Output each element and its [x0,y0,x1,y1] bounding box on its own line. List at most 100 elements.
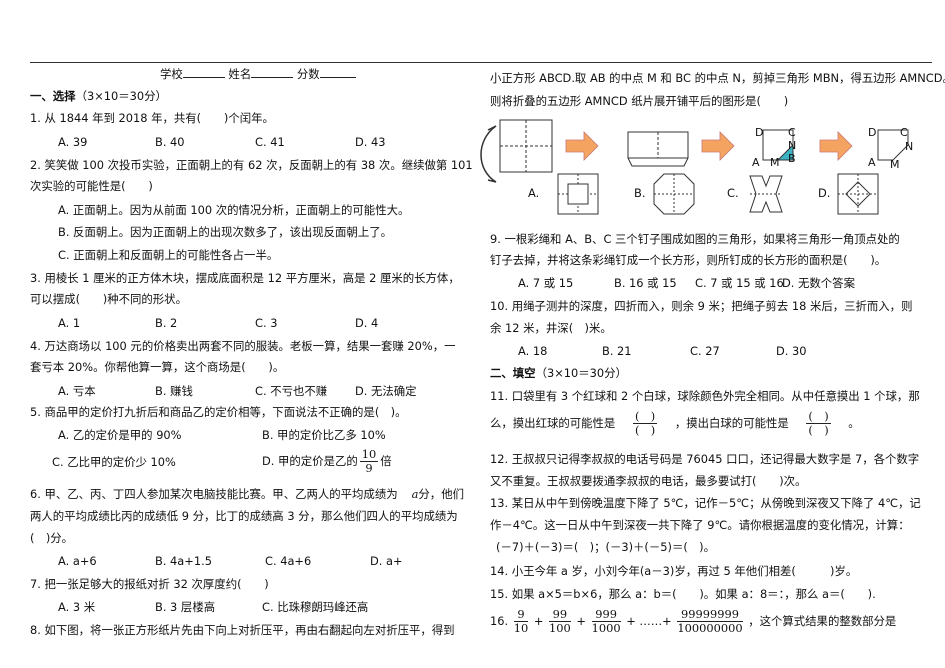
q12-stem-line2: 又不重复。王叔叔要拨通李叔叔的电话，最多要试打( )次。 [490,474,807,488]
exam-header: 学校 姓名 分数 [160,66,356,82]
q16-frac-2: 99 100 [549,607,571,635]
q9-option-a[interactable]: A. 7 或 15 [518,275,573,291]
q7-option-c[interactable]: C. 比珠穆朗玛峰还高 [262,599,368,615]
q8-option-d[interactable]: D. [818,185,830,201]
q8-stem-line3: 则将折叠的五边形 AMNCD 纸片展开铺平后的图形是( ) [490,94,789,108]
q13-stem-line2: 作－4℃。这一日从中午到深夜一共下降了 9℃。请你根据温度的变化情况，计算： [490,518,910,532]
q6-stem1: 6. 甲、乙、丙、丁四人参加某次电脑技能比赛。甲、乙两人的平均成绩为 [30,487,398,501]
q9-option-c[interactable]: C. 7 或 15 或 16 [695,275,784,291]
q2-option-c[interactable]: C. 正面朝上和反面朝上的可能性各占一半。 [58,247,278,263]
q2-option-a[interactable]: A. 正面朝上。因为从前面 100 次的情况分析，正面朝上的可能性大。 [58,202,409,218]
q9-stem-line2: 钉子去掉，并将这条彩绳钉成一个长方形，则所钉成的长方形的面积是( )。 [490,253,887,267]
fig-label-a1: A [752,156,760,169]
q8-option-c[interactable]: C. [727,185,739,201]
q5-option-d[interactable]: D. 甲的定价是乙的 10 9 倍 [262,446,392,476]
q10-option-c[interactable]: C. 27 [690,343,720,359]
q16-frac-4: 99999999 100000000 [677,607,743,635]
q8-option-b[interactable]: B. [634,185,645,201]
q7-stem: 7. 把一张足够大的报纸对折 32 次厚度约( ) [30,577,269,591]
q9-option-d[interactable]: D. 无数个答案 [782,275,855,291]
section1-heading: 一、选择（3×10＝30分） [30,88,167,104]
q10-option-d[interactable]: D. 30 [776,343,807,359]
q5-frac-den: 9 [365,461,373,475]
q11-red-answer-blank[interactable]: ( )( ) [632,410,658,437]
q5-option-b[interactable]: B. 甲的定价比乙多 10% [262,427,386,443]
q7-option-a[interactable]: A. 3 米 [58,599,95,615]
q7-option-b[interactable]: B. 3 层楼高 [155,599,215,615]
q16-ellipsis: + ……+ [626,614,672,628]
q15-stem: 15. 如果 a×5＝b×6，那么 a：b＝( )。如果 a：8＝：，那么 a＝… [490,587,876,601]
section2-title: 二、填空 [490,366,536,380]
q4-stem-line1: 4. 万达商场以 100 元的价格卖出两套不同的服装。老板一算，结果一套赚 20… [30,339,456,353]
section1-title: 一、选择 [30,89,76,103]
q11-white-answer-blank[interactable]: ( )( ) [806,410,831,437]
q16-frac-1: 9 10 [513,607,529,635]
name-blank[interactable] [251,77,294,78]
q1-option-a[interactable]: A. 39 [58,134,87,150]
q11-red-prompt: 么，摸出红球的可能性是 [490,416,616,430]
q6-stem-line2: 两人的平均成绩比丙的成绩低 9 分，比丁的成绩高 3 分，那么他们四人的平均成绩… [30,509,458,523]
q3-stem-line1: 3. 用棱长 1 厘米的正方体木块，摆成底面积是 12 平方厘米，高是 2 厘米… [30,271,460,285]
q16-question: ，这个算式结果的整数部分是 [748,614,897,628]
q5-option-d-text: D. 甲的定价是乙的 [262,454,358,468]
q1-option-c[interactable]: C. 41 [255,134,285,150]
q11-stem-line2: 么，摸出红球的可能性是 ( )( ) ，摸出白球的可能性是 ( )( ) 。 [490,410,860,437]
q10-stem-line2: 余 12 米，井深( )米。 [490,321,612,335]
q9-option-b[interactable]: B. 16 或 15 [614,275,677,291]
score-label: 分数 [296,67,320,81]
fig-label-m1: M [770,156,780,169]
q13-stem-line1: 13. 某日从中午到傍晚温度下降了 5℃，记作－5℃；从傍晚到深夜又下降了 4℃… [490,496,921,510]
q9-stem-line1: 9. 一根彩绳和 A、B、C 三个钉子围成如图的三角形，如果将三角形一角顶点处的 [490,232,900,246]
fig-label-d1: D [755,126,764,139]
q5-option-a[interactable]: A. 乙的定价是甲的 90% [58,427,182,443]
q6-option-d[interactable]: D. a+ [370,553,403,569]
fig-label-c1: C [788,126,796,139]
q13-stem-line3: (－7)＋(－3)＝( )；(－3)＋(－5)＝( )。 [496,540,716,554]
q16-frac-3: 999 1000 [591,607,621,635]
q10-stem-line1: 10. 用绳子测井的深度，四折而入，则余 9 米；把绳子剪去 18 米后，三折而… [490,299,913,313]
q4-option-b[interactable]: B. 赚钱 [155,383,193,399]
q8-option-a[interactable]: A. [528,185,539,201]
q6-stem-line1: 6. 甲、乙、丙、丁四人参加某次电脑技能比赛。甲、乙两人的平均成绩为 a分，他们 [30,486,464,502]
q6-option-c[interactable]: C. 4a+6 [265,553,311,569]
q11-stem-line1: 11. 口袋里有 3 个红球和 2 个白球，球除颜色外完全相同。从中任意摸出 1… [490,389,920,403]
q4-option-d[interactable]: D. 无法确定 [355,383,417,399]
q8-stem-line2: 小正方形 ABCD.取 AB 的中点 M 和 BC 的中点 N，剪掉三角形 MB… [490,71,945,85]
q3-option-b[interactable]: B. 2 [155,315,177,331]
q5-option-c[interactable]: C. 乙比甲的定价少 10% [52,454,176,470]
section2-score: （3×10＝30分） [535,366,627,380]
q1-option-b[interactable]: B. 40 [155,134,185,150]
section1-score: （3×10＝30分） [75,89,167,103]
q2-option-b[interactable]: B. 反面朝上。因为正面朝上的出现次数多了，该出现反面朝上了。 [58,224,392,240]
q11-period: 。 [848,416,860,430]
q4-option-c[interactable]: C. 不亏也不赚 [255,383,327,399]
school-blank[interactable] [182,77,225,78]
q1-option-d[interactable]: D. 43 [355,134,386,150]
q16-expression: 16. 9 10 + 99 100 + 999 1000 + ……+ 99999999… [490,607,897,635]
score-blank[interactable] [319,77,356,78]
q4-option-a[interactable]: A. 亏本 [58,383,96,399]
q14-stem: 14. 小王今年 a 岁，小刘今年(a－3)岁，再过 5 年他们相差( )岁。 [490,564,858,578]
q8-option-a-shape [557,173,599,215]
q6-stem-line3: ( )分。 [30,531,74,545]
fig-label-m2: M [890,158,900,171]
fig-label-a2: A [868,156,876,169]
q5-fraction: 10 9 [359,448,379,475]
name-label: 姓名 [228,67,252,81]
q5-stem: 5. 商品甲的定价打九折后和商品乙的定价相等，下面说法不正确的是( )。 [30,405,407,419]
q6-option-a[interactable]: A. a+6 [58,553,97,569]
q3-stem-line2: 可以摆成( )种不同的形状。 [30,292,187,306]
q3-option-d[interactable]: D. 4 [355,315,378,331]
top-rule [30,62,932,63]
q1-stem: 1. 从 1844 年到 2018 年，共有( )个闰年。 [30,111,274,125]
fig-label-b1: B [788,152,796,165]
q3-option-a[interactable]: A. 1 [58,315,80,331]
school-label: 学校 [160,67,183,81]
q10-option-a[interactable]: A. 18 [518,343,547,359]
q3-option-c[interactable]: C. 3 [255,315,277,331]
q11-white-prompt: ，摸出白球的可能性是 [674,416,789,430]
fig-label-n2: N [905,140,914,153]
section2-heading: 二、填空（3×10＝30分） [490,365,627,381]
q10-option-b[interactable]: B. 21 [602,343,632,359]
q6-option-b[interactable]: B. 4a+1.5 [155,553,212,569]
